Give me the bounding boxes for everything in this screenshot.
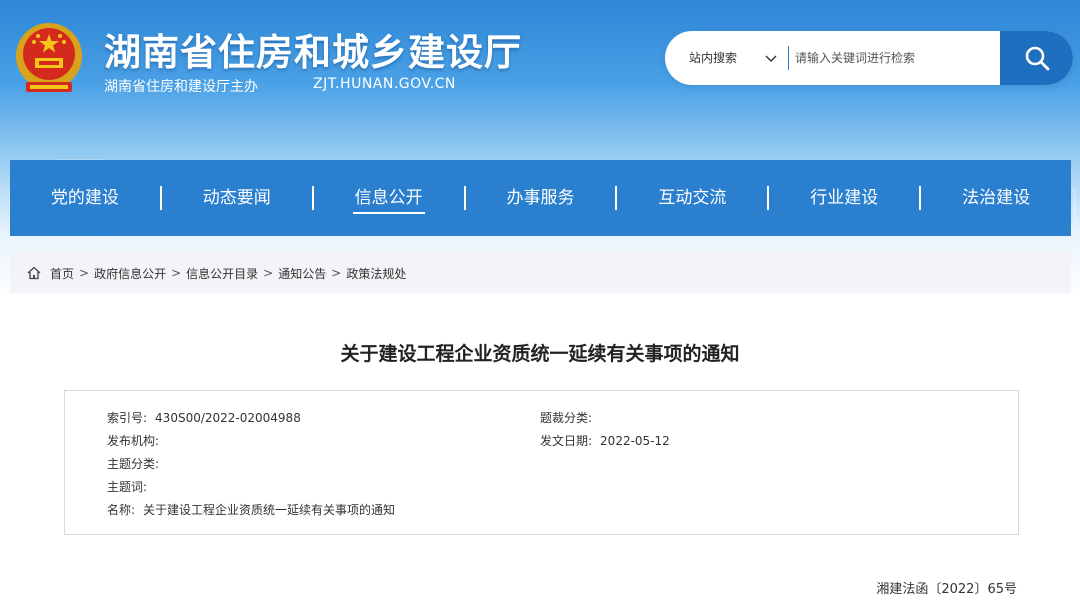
nav-item-info-disclosure[interactable]: 信息公开 <box>314 160 464 236</box>
site-domain: ZJT.HUNAN.GOV.CN <box>313 76 456 92</box>
search-scope-select[interactable]: 站内搜索 <box>689 31 737 85</box>
meta-keywords: 主题词: <box>107 478 155 495</box>
meta-date: 发文日期: 2022-05-12 <box>540 432 670 449</box>
nav-item-interaction[interactable]: 互动交流 <box>617 160 767 236</box>
breadcrumb-separator: > <box>331 266 342 280</box>
nav-item-label: 行业建设 <box>810 188 879 208</box>
meta-index-value: 430S00/2022-02004988 <box>155 411 301 425</box>
breadcrumb-info-catalog[interactable]: 信息公开目录 <box>186 265 258 282</box>
meta-name-value: 关于建设工程企业资质统一延续有关事项的通知 <box>143 503 396 517</box>
article-title: 关于建设工程企业资质统一延续有关事项的通知 <box>340 343 740 365</box>
document-number: 湘建法函〔2022〕65号 <box>876 582 1017 597</box>
meta-index: 索引号: 430S00/2022-02004988 <box>107 409 301 426</box>
breadcrumb-gov-info[interactable]: 政府信息公开 <box>94 265 166 282</box>
nav-item-label: 办事服务 <box>506 188 575 208</box>
meta-publisher: 发布机构: <box>107 432 167 449</box>
meta-subject-label: 主题分类: <box>107 457 160 471</box>
search-divider <box>788 46 789 70</box>
breadcrumb-notices[interactable]: 通知公告 <box>278 265 326 282</box>
nav-item-news[interactable]: 动态要闻 <box>162 160 312 236</box>
home-icon[interactable] <box>27 266 41 280</box>
meta-category: 题裁分类: <box>540 409 600 426</box>
search-icon <box>1025 46 1049 71</box>
national-emblem-icon <box>16 23 82 92</box>
nav-item-party-building[interactable]: 党的建设 <box>10 160 160 236</box>
meta-name-label: 名称: <box>107 503 136 517</box>
meta-index-label: 索引号: <box>107 411 148 425</box>
meta-publisher-label: 发布机构: <box>107 434 160 448</box>
nav-item-services[interactable]: 办事服务 <box>466 160 616 236</box>
article-meta-table: 索引号: 430S00/2022-02004988 题裁分类: 发布机构: 发文日… <box>64 390 1019 535</box>
nav-item-label: 互动交流 <box>658 188 727 208</box>
breadcrumb-separator: > <box>79 266 90 280</box>
search-input[interactable] <box>795 45 995 71</box>
nav-active-underline <box>352 212 425 214</box>
search-button[interactable] <box>1000 31 1073 85</box>
nav-item-rule-of-law[interactable]: 法治建设 <box>921 160 1071 236</box>
meta-category-label: 题裁分类: <box>540 411 593 425</box>
chevron-down-icon[interactable] <box>765 52 777 64</box>
nav-item-label: 信息公开 <box>354 188 423 208</box>
meta-date-label: 发文日期: <box>540 434 593 448</box>
breadcrumb-separator: > <box>171 266 182 280</box>
site-sponsor: 湖南省住房和建设厅主办 <box>104 79 258 95</box>
main-nav: 党的建设 动态要闻 信息公开 办事服务 互动交流 行业建设 法治建设 <box>10 160 1071 236</box>
nav-item-label: 党的建设 <box>50 188 119 208</box>
search-box: 站内搜索 <box>665 31 1073 85</box>
nav-item-label: 动态要闻 <box>202 188 271 208</box>
meta-name: 名称: 关于建设工程企业资质统一延续有关事项的通知 <box>107 501 395 518</box>
breadcrumb: 首页 > 政府信息公开 > 信息公开目录 > 通知公告 > 政策法规处 <box>10 253 1071 293</box>
nav-item-label: 法治建设 <box>962 188 1031 208</box>
meta-subject: 主题分类: <box>107 455 167 472</box>
meta-date-value: 2022-05-12 <box>600 434 670 448</box>
breadcrumb-policy-dept[interactable]: 政策法规处 <box>346 265 406 282</box>
breadcrumb-home[interactable]: 首页 <box>50 265 74 282</box>
nav-item-industry[interactable]: 行业建设 <box>769 160 919 236</box>
breadcrumb-separator: > <box>263 266 274 280</box>
site-title: 湖南省住房和城乡建设厅 <box>104 31 522 74</box>
meta-keywords-label: 主题词: <box>107 480 148 494</box>
